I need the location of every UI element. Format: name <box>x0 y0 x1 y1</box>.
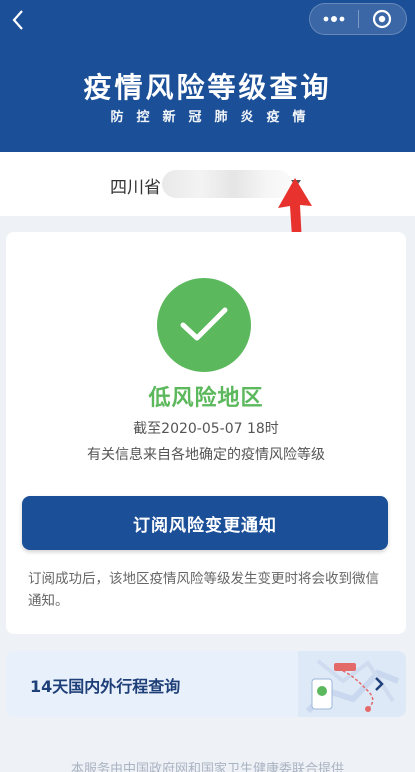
footer-text: 本服务由中国政府网和国家卫生健康委联合提供 <box>70 762 344 772</box>
target-circle-icon <box>373 9 392 29</box>
source-note: 有关信息来自各地确定的疫情风险等级 <box>87 447 325 463</box>
miniprogram-capsule <box>309 3 407 35</box>
back-button[interactable] <box>6 8 30 32</box>
page-title: 疫情风险等级查询 <box>83 71 332 104</box>
header: 疫情风险等级查询 防控新冠肺炎疫情 <box>0 0 415 152</box>
risk-status-card: 低风险地区 截至2020-05-07 18时 有关信息来自各地确定的疫情风险等级… <box>6 232 406 634</box>
chevron-left-icon <box>12 10 23 30</box>
region-province: 四川省 <box>110 178 161 198</box>
subscribe-button[interactable]: 订阅风险变更通知 <box>22 496 388 550</box>
chevron-right-icon <box>368 673 390 695</box>
region-selector[interactable]: 四川省 <box>0 152 415 216</box>
page-subtitle: 防控新冠肺炎疫情 <box>110 110 319 125</box>
status-badge <box>157 278 251 372</box>
close-miniprogram-button[interactable] <box>359 4 407 34</box>
risk-level-label: 低风险地区 <box>148 386 264 411</box>
check-icon <box>180 307 228 341</box>
subscribe-note: 订阅成功后，该地区疫情风险等级发生变更时将会收到微信通知。 <box>28 571 379 609</box>
itinerary-query-card[interactable]: 14天国内外行程查询 <box>6 651 406 717</box>
as-of-timestamp: 截至2020-05-07 18时 <box>133 421 279 437</box>
more-dots-icon <box>323 16 345 22</box>
itinerary-label: 14天国内外行程查询 <box>30 677 181 696</box>
more-button[interactable] <box>310 4 358 34</box>
